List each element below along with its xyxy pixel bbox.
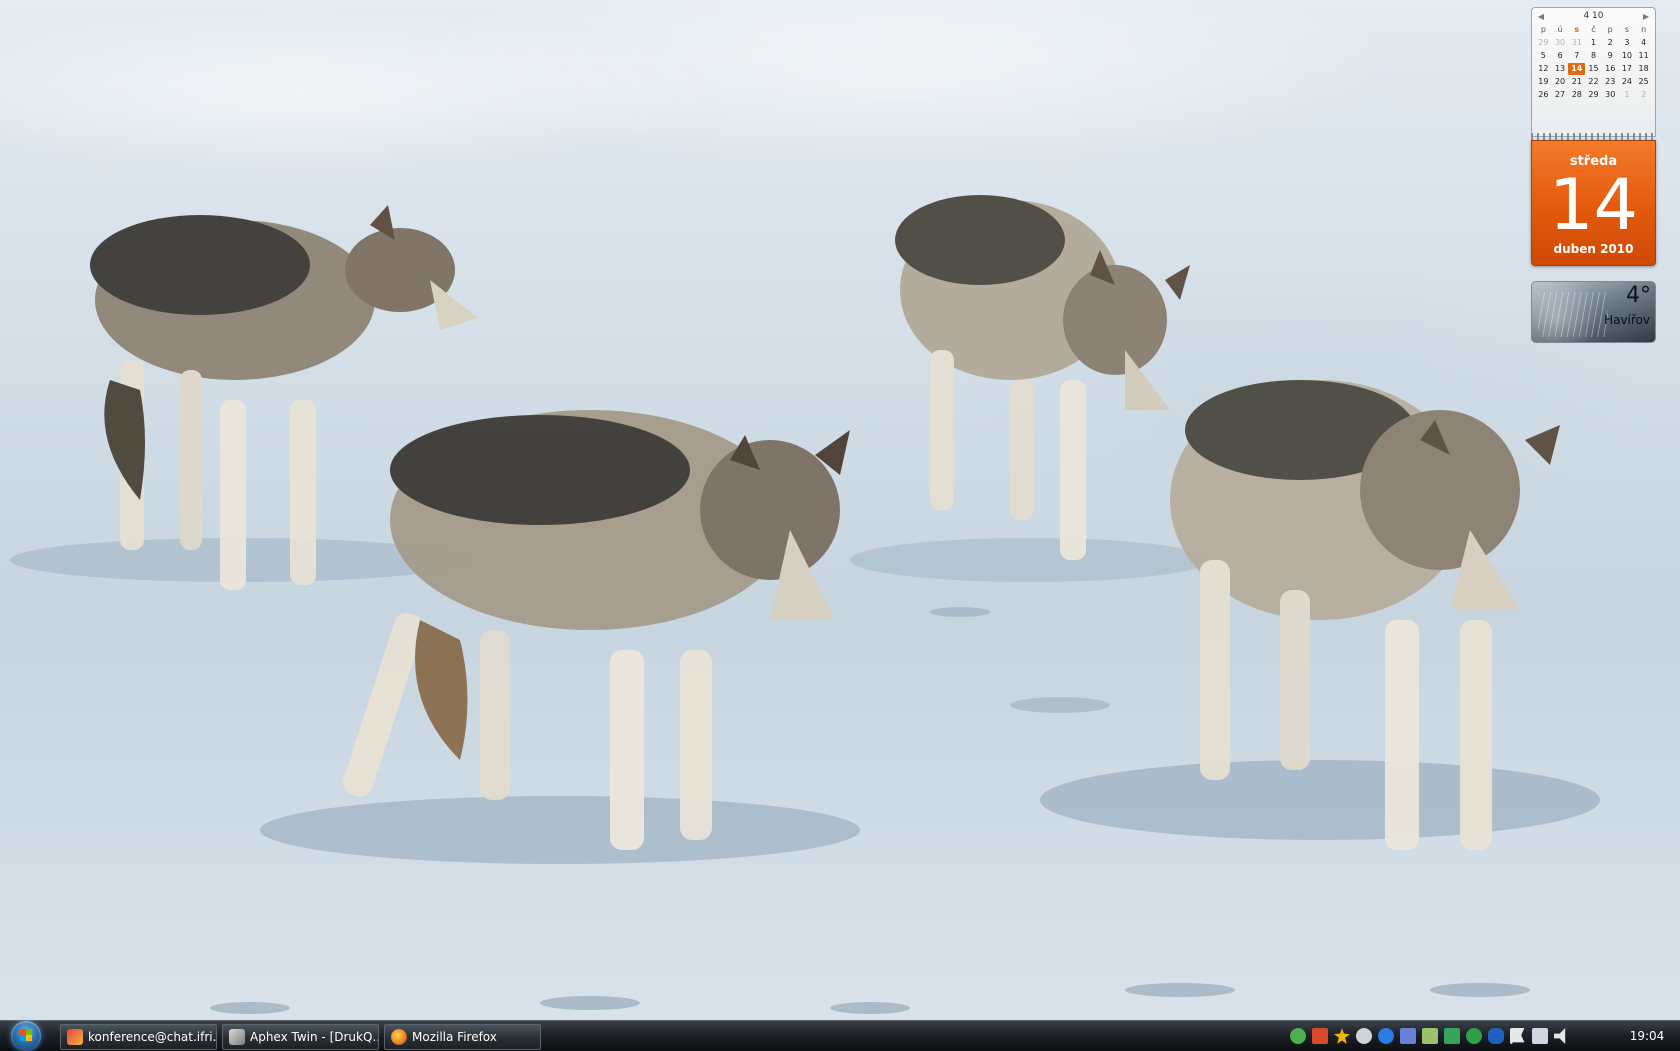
- taskbar: konference@chat.ifri... Aphex Twin - [Dr…: [0, 1020, 1680, 1051]
- weekday-label: n: [1641, 25, 1647, 34]
- calendar-day[interactable]: 20: [1552, 76, 1569, 88]
- rain-icon: [1538, 292, 1608, 337]
- weekday-label: s: [1574, 25, 1580, 34]
- calendar-day[interactable]: 11: [1635, 50, 1652, 62]
- calendar-day[interactable]: 1: [1585, 37, 1602, 49]
- calendar-day[interactable]: 24: [1619, 76, 1636, 88]
- calendar-day[interactable]: 28: [1568, 89, 1585, 101]
- frog-icon[interactable]: [1290, 1028, 1306, 1044]
- star-icon[interactable]: [1334, 1028, 1350, 1044]
- update-icon[interactable]: [1378, 1028, 1394, 1044]
- calendar-day[interactable]: 30: [1552, 37, 1569, 49]
- calendar-day[interactable]: 2: [1635, 89, 1652, 101]
- windows-logo-icon: [20, 1029, 32, 1041]
- calendar-day[interactable]: 10: [1619, 50, 1636, 62]
- calendar-gadget[interactable]: ◀ 4 10 ▶ p ú s č p s n 29 30 31 1 2 3 4 …: [1531, 7, 1656, 266]
- calendar-day[interactable]: 1: [1619, 89, 1636, 101]
- calendar-day[interactable]: 8: [1585, 50, 1602, 62]
- calendar-day[interactable]: 29: [1585, 89, 1602, 101]
- calendar-day[interactable]: 12: [1535, 63, 1552, 75]
- taskbar-button-music[interactable]: Aphex Twin - [DrukQ...: [222, 1024, 379, 1050]
- calendar-day[interactable]: 29: [1535, 37, 1552, 49]
- taskbar-button-label: konference@chat.ifri...: [88, 1030, 216, 1044]
- next-month-arrow-icon[interactable]: ▶: [1641, 12, 1651, 21]
- flag-icon[interactable]: [1510, 1028, 1525, 1044]
- calendar-day[interactable]: 15: [1585, 63, 1602, 75]
- firefox-icon: [391, 1029, 407, 1045]
- wolf-3: [895, 195, 1190, 560]
- taskbar-button-label: Mozilla Firefox: [412, 1030, 497, 1044]
- bluetooth-icon[interactable]: [1488, 1028, 1504, 1044]
- calendar-day[interactable]: 16: [1602, 63, 1619, 75]
- steam-icon[interactable]: [1356, 1028, 1372, 1044]
- display-icon[interactable]: [1532, 1028, 1548, 1044]
- weather-gadget[interactable]: 4° Havířov: [1531, 281, 1656, 343]
- calendar-day[interactable]: 27: [1552, 89, 1569, 101]
- calendar-header: ◀ 4 10 ▶: [1532, 8, 1655, 24]
- calendar-month-label: 4 10: [1583, 11, 1604, 21]
- weekday-label: p: [1540, 25, 1546, 34]
- calendar-month-view[interactable]: ◀ 4 10 ▶ p ú s č p s n 29 30 31 1 2 3 4 …: [1531, 7, 1656, 137]
- calendar-day[interactable]: 17: [1619, 63, 1636, 75]
- calendar-day[interactable]: 5: [1535, 50, 1552, 62]
- start-button[interactable]: [6, 1021, 48, 1051]
- system-tray: [1290, 1021, 1570, 1051]
- weekday-label: p: [1607, 25, 1613, 34]
- calendar-day[interactable]: 22: [1585, 76, 1602, 88]
- weather-temperature: 4°: [1626, 283, 1651, 308]
- calendar-day[interactable]: 21: [1568, 76, 1585, 88]
- calendar-day[interactable]: 2: [1602, 37, 1619, 49]
- calendar-day[interactable]: 13: [1552, 63, 1569, 75]
- taskbar-button-label: Aphex Twin - [DrukQ...: [250, 1030, 378, 1044]
- desktop-wallpaper: ◀ 4 10 ▶ p ú s č p s n 29 30 31 1 2 3 4 …: [0, 0, 1680, 1020]
- calendar-day[interactable]: 6: [1552, 50, 1569, 62]
- prev-month-arrow-icon[interactable]: ◀: [1536, 12, 1546, 21]
- calendar-day[interactable]: 19: [1535, 76, 1552, 88]
- calendar-day[interactable]: 23: [1602, 76, 1619, 88]
- wolf-2: [342, 410, 850, 850]
- weather-city: Havířov: [1604, 313, 1650, 327]
- calendar-day-number: 14: [1548, 164, 1639, 246]
- volume-icon[interactable]: [1554, 1028, 1566, 1044]
- z-icon[interactable]: [1312, 1028, 1328, 1044]
- windows-start-orb-icon: [11, 1021, 41, 1051]
- weekday-label: ú: [1557, 25, 1563, 34]
- weekday-label: č: [1591, 25, 1596, 34]
- calendar-day-view[interactable]: středa 14 duben 2010: [1531, 140, 1656, 266]
- calendar-day[interactable]: 18: [1635, 63, 1652, 75]
- calendar-day-today[interactable]: 14: [1568, 63, 1586, 75]
- check-icon[interactable]: [1466, 1028, 1482, 1044]
- calendar-day[interactable]: 7: [1568, 50, 1585, 62]
- calendar-day[interactable]: 30: [1602, 89, 1619, 101]
- calendar-day[interactable]: 3: [1619, 37, 1636, 49]
- wolves-illustration: [10, 195, 1600, 1014]
- calendar-day[interactable]: 4: [1635, 37, 1652, 49]
- store-icon[interactable]: [1422, 1028, 1438, 1044]
- calendar-grid: p ú s č p s n 29 30 31 1 2 3 4 5 6 7 8 9…: [1532, 24, 1655, 101]
- calendar-day[interactable]: 26: [1535, 89, 1552, 101]
- monitor-icon[interactable]: [1444, 1028, 1460, 1044]
- music-player-icon: [229, 1029, 245, 1045]
- chat-icon: [67, 1029, 83, 1045]
- taskbar-clock[interactable]: 19:04: [1620, 1021, 1674, 1051]
- network-icon[interactable]: [1400, 1028, 1416, 1044]
- calendar-day[interactable]: 25: [1635, 76, 1652, 88]
- taskbar-button-firefox[interactable]: Mozilla Firefox: [384, 1024, 541, 1050]
- weekday-label: s: [1624, 25, 1629, 34]
- taskbar-button-chat[interactable]: konference@chat.ifri...: [60, 1024, 217, 1050]
- calendar-day[interactable]: 9: [1602, 50, 1619, 62]
- calendar-day[interactable]: 31: [1568, 37, 1585, 49]
